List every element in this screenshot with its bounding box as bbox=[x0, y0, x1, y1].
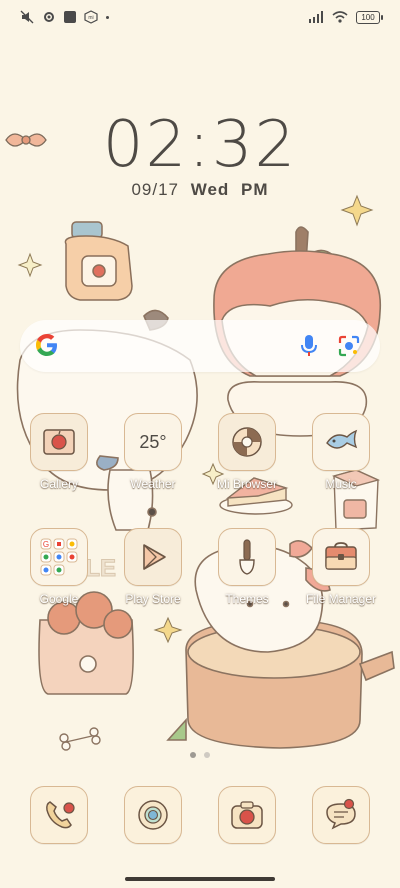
home-indicator[interactable] bbox=[125, 877, 275, 881]
battery-icon: 100 bbox=[356, 10, 383, 24]
status-bar-left: mi bbox=[20, 10, 109, 24]
weather-temp: 25° bbox=[139, 431, 167, 452]
signal-icon bbox=[309, 11, 323, 23]
browser-icon bbox=[218, 413, 276, 471]
status-bar-right: 100 bbox=[308, 10, 383, 24]
svg-text:mi: mi bbox=[88, 15, 93, 21]
messages-icon bbox=[312, 786, 370, 844]
ampm-text: PM bbox=[241, 180, 269, 199]
square-icon bbox=[64, 11, 76, 23]
app-themes[interactable]: Themes bbox=[202, 528, 292, 606]
clock-date[interactable]: 09/17 Wed PM bbox=[0, 180, 400, 200]
weather-icon: 25° bbox=[124, 413, 182, 471]
clock-time[interactable]: 02:32 bbox=[0, 108, 400, 182]
lens-icon[interactable] bbox=[338, 335, 360, 357]
mic-icon[interactable] bbox=[300, 334, 318, 358]
jar-illustration bbox=[64, 221, 133, 301]
app-mi-browser[interactable]: Mi Browser bbox=[202, 413, 292, 491]
apple-bag bbox=[38, 591, 134, 695]
settings-icon bbox=[44, 12, 54, 22]
mi-icon: mi bbox=[84, 10, 98, 24]
camera-icon bbox=[218, 786, 276, 844]
app-gallery[interactable]: Gallery bbox=[14, 413, 104, 491]
google-search-bar[interactable] bbox=[20, 320, 380, 372]
dock-phone[interactable] bbox=[14, 786, 104, 844]
dot-icon bbox=[106, 15, 109, 19]
app-weather[interactable]: 25° Weather bbox=[108, 413, 198, 491]
page-dot[interactable] bbox=[204, 752, 210, 758]
google-folder-icon: G bbox=[30, 528, 88, 586]
app-label: Themes bbox=[225, 592, 269, 606]
date-text: 09/17 bbox=[131, 180, 179, 199]
mute-icon bbox=[20, 10, 34, 24]
file-manager-icon bbox=[312, 528, 370, 586]
gallery-icon bbox=[30, 413, 88, 471]
bone-icon bbox=[59, 727, 101, 751]
google-logo-icon bbox=[36, 334, 57, 356]
app-file-manager[interactable]: File Manager bbox=[296, 528, 386, 606]
day-text: Wed bbox=[190, 180, 230, 199]
play-store-icon bbox=[124, 528, 182, 586]
page-indicator bbox=[190, 752, 210, 758]
dock-chrome[interactable] bbox=[108, 786, 198, 844]
svg-text:G: G bbox=[43, 540, 49, 549]
phone-icon bbox=[30, 786, 88, 844]
app-label: Google bbox=[39, 592, 79, 606]
app-play-store[interactable]: Play Store bbox=[108, 528, 198, 606]
sparkle-icon bbox=[17, 252, 43, 278]
dock-camera[interactable] bbox=[202, 786, 292, 844]
app-label: Play Store bbox=[125, 592, 181, 606]
sparkle-icon bbox=[340, 194, 374, 227]
music-icon bbox=[312, 413, 370, 471]
chrome-icon bbox=[124, 786, 182, 844]
app-label: Mi Browser bbox=[216, 477, 277, 491]
app-label: File Manager bbox=[305, 592, 377, 606]
themes-icon bbox=[218, 528, 276, 586]
dock-messages[interactable] bbox=[296, 786, 386, 844]
app-label: Gallery bbox=[39, 477, 78, 491]
sparkle-icon bbox=[153, 616, 183, 644]
app-label: Weather bbox=[130, 477, 176, 491]
wifi-icon bbox=[332, 11, 348, 23]
page-dot-active[interactable] bbox=[190, 752, 196, 758]
app-label: Music bbox=[325, 477, 357, 491]
app-music[interactable]: Music bbox=[296, 413, 386, 491]
app-google-folder[interactable]: G Google bbox=[14, 528, 104, 606]
